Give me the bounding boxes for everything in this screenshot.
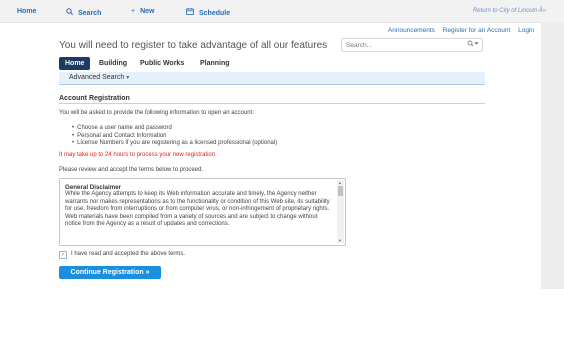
accept-terms-label: I have read and accepted the above terms…	[71, 251, 186, 257]
register-account-link[interactable]: Register for an Account	[443, 27, 511, 34]
tab-planning[interactable]: Planning	[200, 57, 230, 70]
chevron-down-icon: ▾	[126, 75, 130, 81]
tab-public-works[interactable]: Public Works	[140, 57, 184, 70]
advanced-search-bar: Advanced Search ▾	[59, 72, 485, 85]
nav-schedule[interactable]: Schedule	[186, 8, 230, 17]
announcements-link[interactable]: Announcements	[388, 27, 435, 34]
login-link[interactable]: Login	[518, 27, 534, 34]
accept-terms-checkbox[interactable]: ✓	[59, 251, 67, 259]
review-instructions: Please review and accept the terms below…	[59, 167, 204, 173]
scroll-up-icon[interactable]: ▲	[338, 180, 342, 185]
advanced-search-label: Advanced Search	[69, 74, 125, 81]
advanced-search-toggle[interactable]: Advanced Search ▾	[69, 74, 129, 81]
tab-home[interactable]: Home	[59, 57, 91, 70]
nav-search[interactable]: Search	[66, 8, 101, 17]
disclaimer-text: While the Agency attempts to keep its We…	[65, 191, 330, 228]
intro-text: You will be asked to provide the followi…	[59, 110, 254, 116]
tab-building[interactable]: Building	[99, 57, 127, 70]
list-item: License Numbers if you are registering a…	[72, 140, 277, 148]
scrollbar-thumb[interactable]	[338, 186, 343, 196]
continue-registration-button[interactable]: Continue Registration »	[59, 266, 161, 279]
requirements-list: Choose a user name and password Personal…	[72, 125, 277, 148]
return-link[interactable]: Return to City of Lincoln Â»	[473, 8, 546, 14]
nav-schedule-label: Schedule	[199, 10, 231, 17]
section-title: Account Registration	[59, 95, 130, 102]
section-divider	[59, 103, 485, 104]
account-links: Announcements Register for an Account Lo…	[382, 27, 534, 34]
register-message: You will need to register to take advant…	[59, 40, 328, 51]
top-nav-bar: Home Search + New Schedule Return to City…	[0, 0, 564, 23]
disclaimer-title: General Disclaimer	[65, 184, 122, 191]
accept-terms[interactable]: ✓ I have read and accepted the above term…	[59, 251, 185, 259]
calendar-icon	[186, 8, 194, 17]
processing-warning: It may take up to 24 hours to process yo…	[59, 152, 217, 158]
scroll-down-icon[interactable]: ▼	[338, 238, 342, 243]
disclaimer-box[interactable]: General Disclaimer While the Agency atte…	[59, 178, 346, 246]
global-search-input[interactable]	[346, 40, 451, 50]
search-dropdown-icon[interactable]	[467, 40, 479, 49]
nav-search-label: Search	[78, 10, 102, 17]
search-icon	[66, 8, 73, 17]
nav-new[interactable]: + New	[131, 8, 155, 15]
plus-icon: +	[131, 8, 136, 15]
list-item: Personal and Contact Information	[72, 133, 277, 141]
nav-new-label: New	[140, 8, 155, 15]
list-item: Choose a user name and password	[72, 125, 277, 133]
nav-home[interactable]: Home	[17, 8, 36, 15]
global-search-box	[341, 38, 483, 52]
disclaimer-scrollbar[interactable]: ▲ ▼	[337, 180, 344, 243]
page-side-gutter	[541, 22, 564, 289]
